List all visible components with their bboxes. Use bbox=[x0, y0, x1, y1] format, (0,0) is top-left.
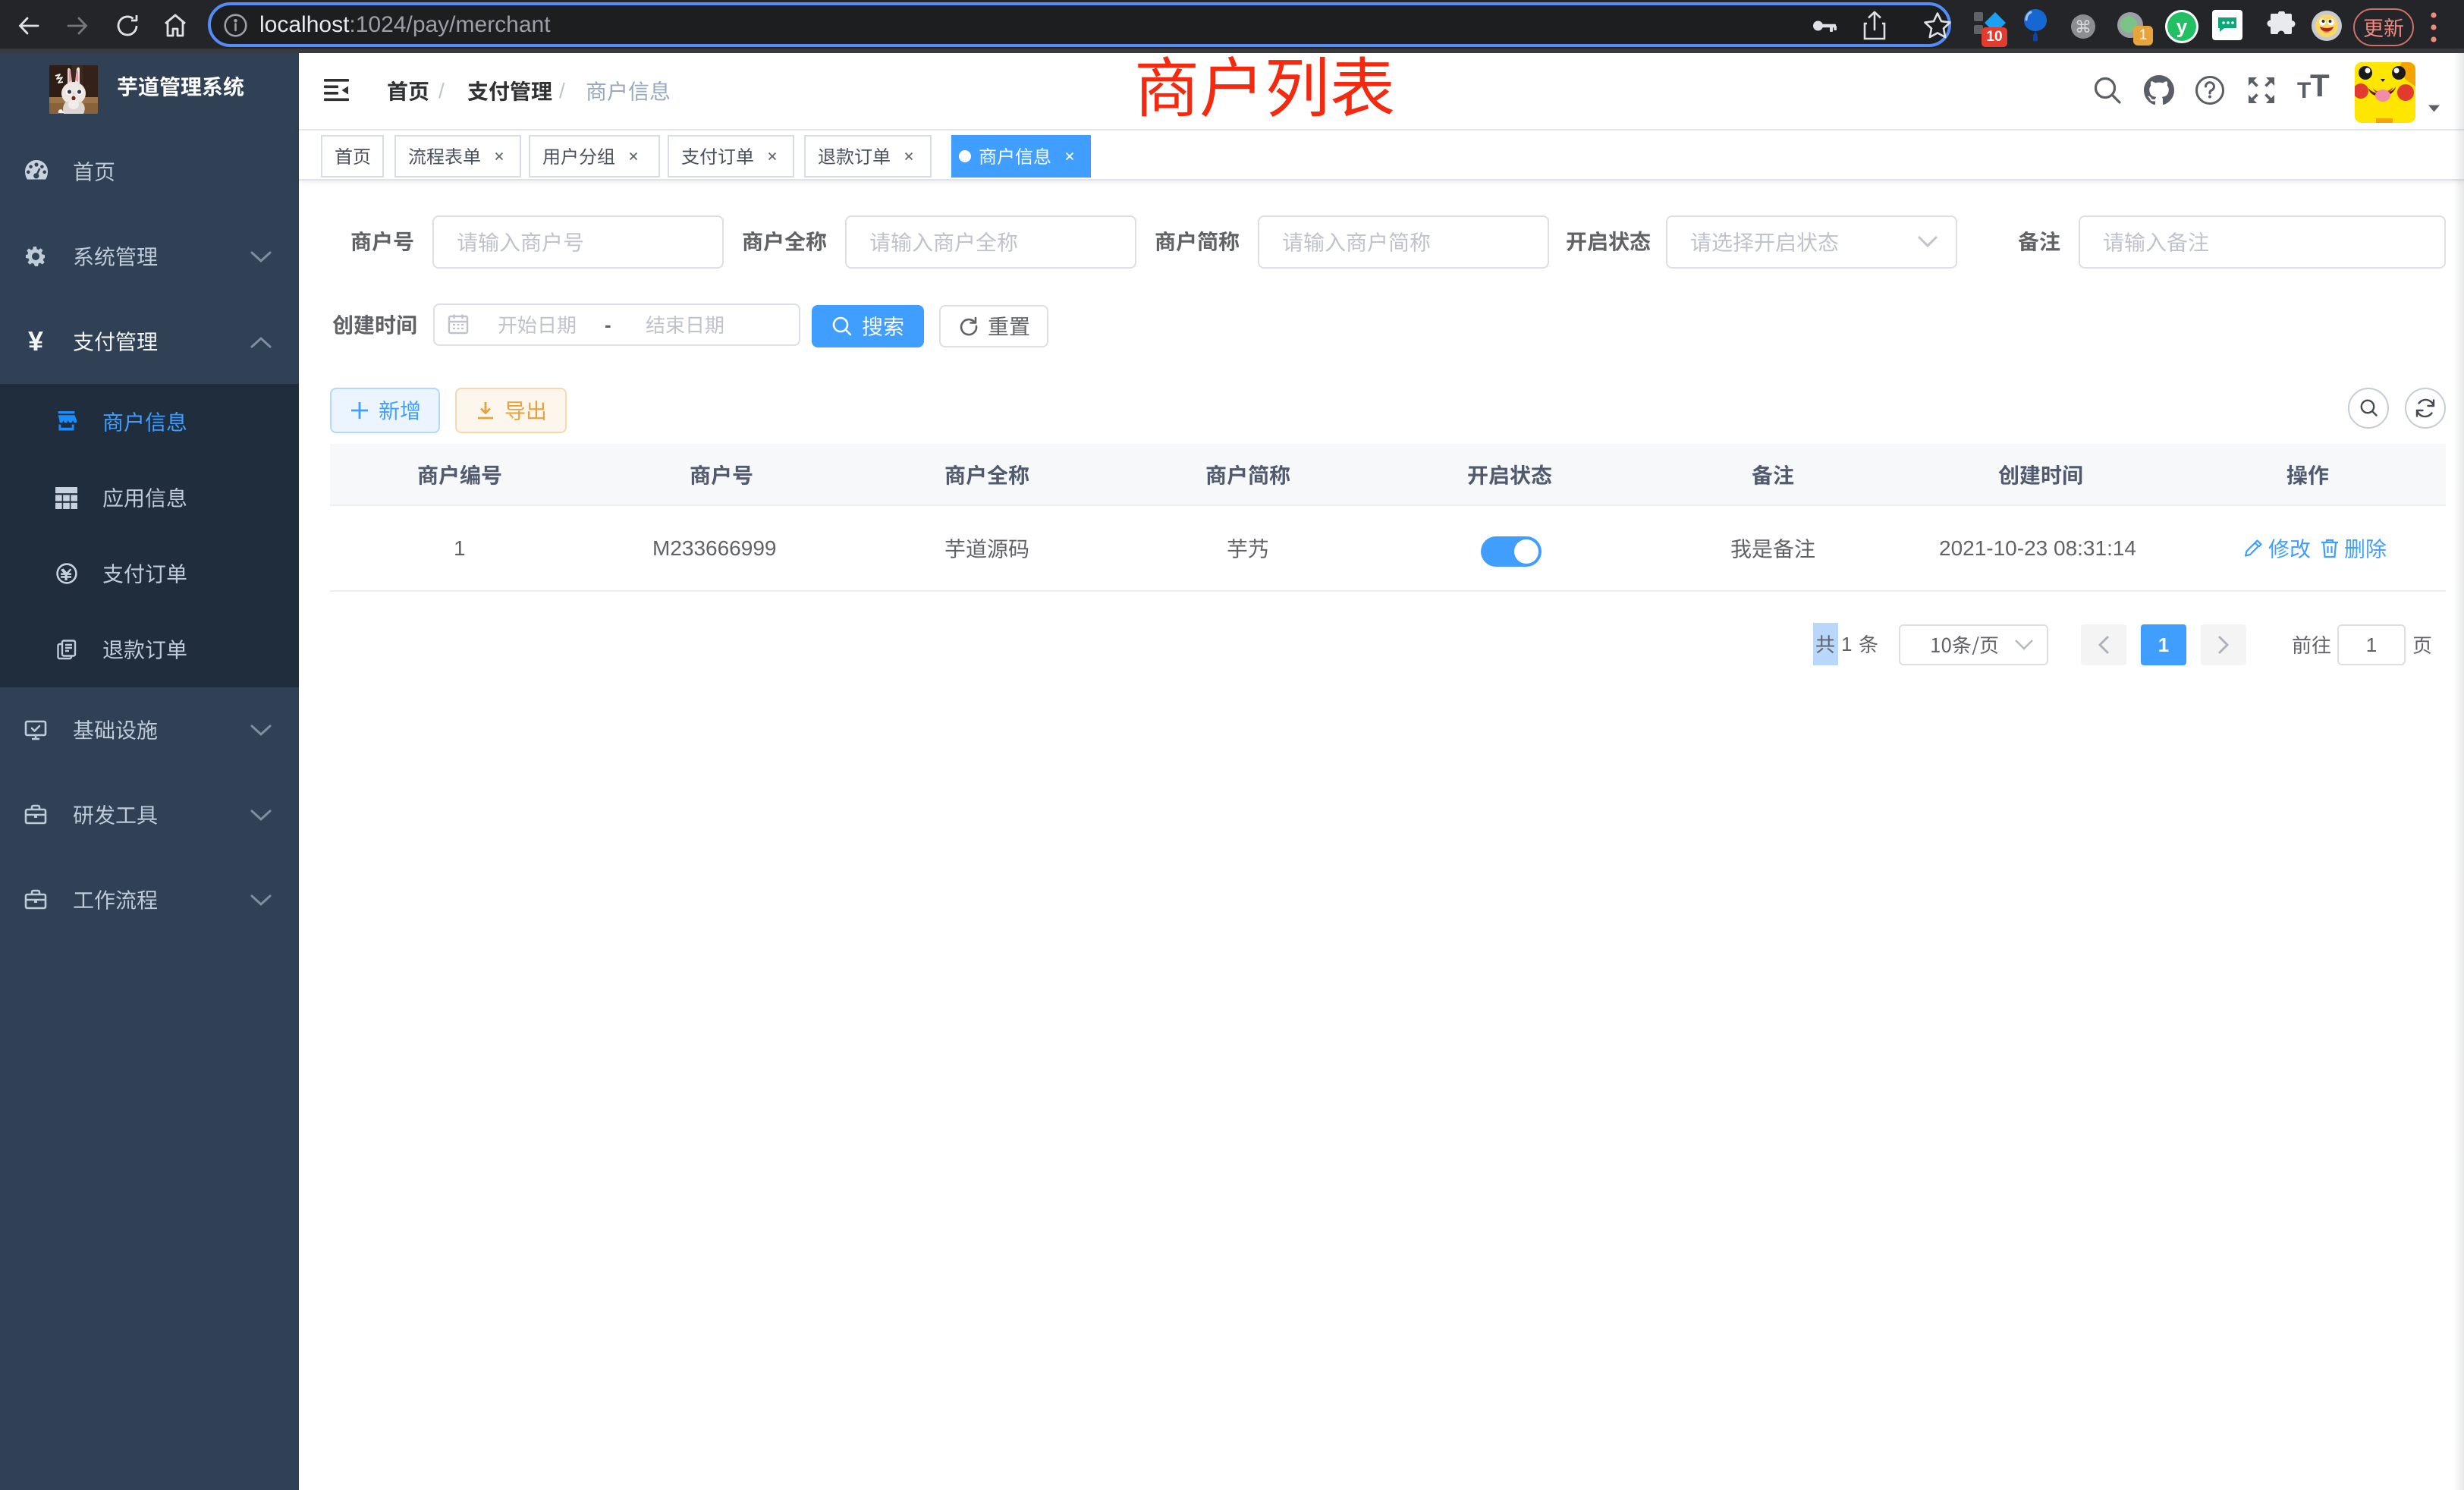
svg-text:y: y bbox=[2176, 15, 2188, 38]
svg-text:⌘: ⌘ bbox=[2075, 17, 2092, 36]
